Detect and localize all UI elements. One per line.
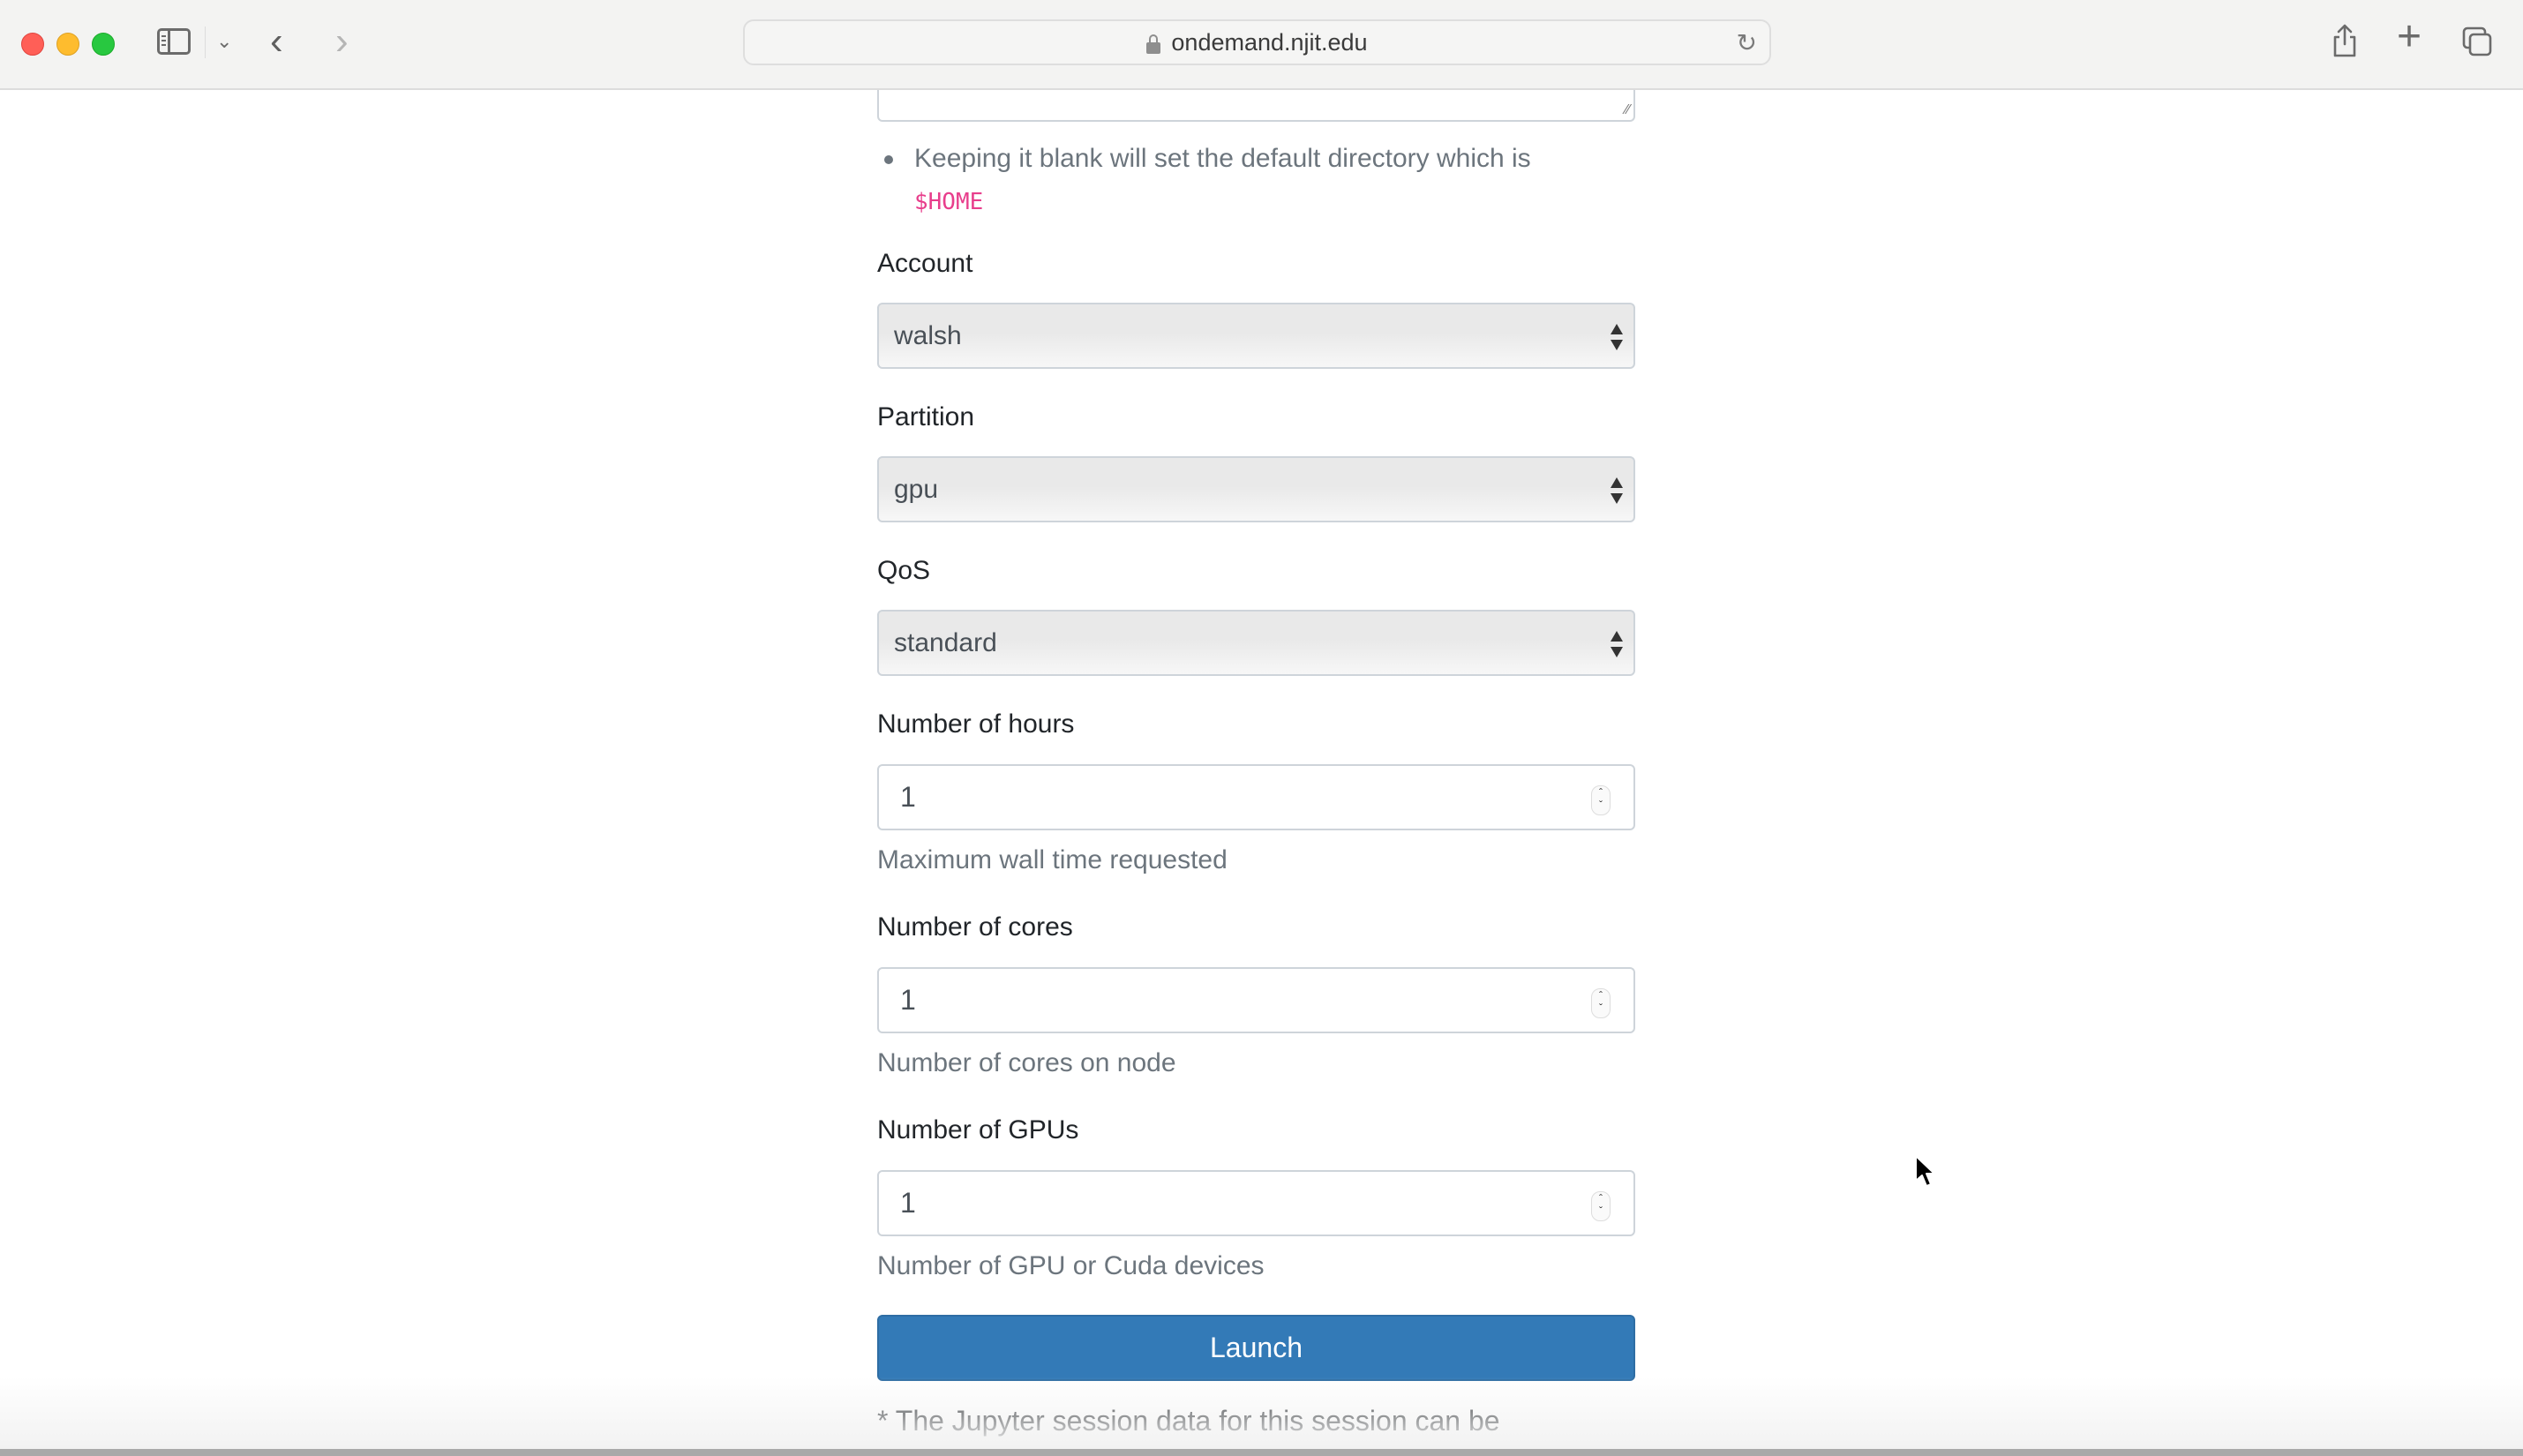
working-directory-help: Keeping it blank will set the default di… (884, 138, 1638, 223)
gpus-input[interactable]: 1 ˆˇ (877, 1170, 1635, 1236)
window-zoom-button[interactable] (92, 33, 115, 56)
help-text: Keeping it blank will set the default di… (914, 144, 1531, 173)
new-tab-button[interactable]: + (2397, 16, 2422, 58)
url-text: ondemand.njit.edu (1171, 28, 1368, 56)
partition-select-value: gpu (894, 474, 939, 504)
help-list-item: Keeping it blank will set the default di… (884, 138, 1638, 223)
partition-select[interactable]: gpu (877, 456, 1635, 522)
account-select[interactable]: walsh (877, 303, 1635, 369)
cores-label: Number of cores (877, 912, 1073, 942)
account-select-value: walsh (894, 320, 962, 350)
cores-help: Number of cores on node (877, 1048, 1176, 1077)
cores-stepper[interactable]: ˆˇ (1591, 988, 1611, 1018)
gpus-help: Number of GPU or Cuda devices (877, 1251, 1265, 1280)
toolbar-divider (205, 26, 206, 58)
share-icon[interactable] (2332, 23, 2358, 58)
page-content: ∕∕ Keeping it blank will set the default… (0, 90, 2523, 1449)
lock-icon (1146, 34, 1161, 54)
select-arrows-icon (1611, 322, 1623, 352)
gpus-label: Number of GPUs (877, 1115, 1079, 1145)
address-bar[interactable]: ondemand.njit.edu ↻ (743, 19, 1771, 65)
partition-label: Partition (877, 402, 975, 432)
session-data-note: * The Jupyter session data for this sess… (877, 1405, 1500, 1437)
qos-select-value: standard (894, 627, 997, 657)
hours-label: Number of hours (877, 709, 1075, 739)
select-arrows-icon (1611, 476, 1623, 506)
hours-help: Maximum wall time requested (877, 845, 1228, 874)
qos-label: QoS (877, 556, 931, 585)
gpus-value: 1 (900, 1187, 916, 1219)
working-directory-textarea[interactable]: ∕∕ (877, 90, 1635, 122)
sidebar-icon[interactable] (157, 28, 191, 55)
cores-input[interactable]: 1 ˆˇ (877, 967, 1635, 1033)
account-label: Account (877, 249, 973, 278)
gpus-stepper[interactable]: ˆˇ (1591, 1191, 1611, 1221)
reload-icon[interactable]: ↻ (1737, 28, 1757, 57)
home-code: $HOME (914, 189, 984, 215)
launch-button[interactable]: Launch (877, 1315, 1635, 1381)
qos-select[interactable]: standard (877, 610, 1635, 676)
back-button[interactable]: ‹ (270, 19, 283, 64)
hours-input[interactable]: 1 ˆˇ (877, 764, 1635, 830)
tabs-icon[interactable] (2462, 26, 2492, 56)
mouse-cursor-icon (1915, 1155, 1935, 1187)
hours-value: 1 (900, 781, 916, 813)
cores-value: 1 (900, 984, 916, 1016)
resize-handle-icon[interactable]: ∕∕ (1626, 102, 1630, 118)
hours-stepper[interactable]: ˆˇ (1591, 785, 1611, 815)
window-minimize-button[interactable] (56, 33, 79, 56)
browser-toolbar: ⌄ ‹ › ondemand.njit.edu ↻ + (0, 0, 2523, 90)
chevron-down-icon[interactable]: ⌄ (216, 30, 232, 53)
select-arrows-icon (1611, 629, 1623, 659)
window-bottom-edge (0, 1449, 2523, 1456)
window-close-button[interactable] (21, 33, 44, 56)
forward-button[interactable]: › (335, 19, 349, 64)
